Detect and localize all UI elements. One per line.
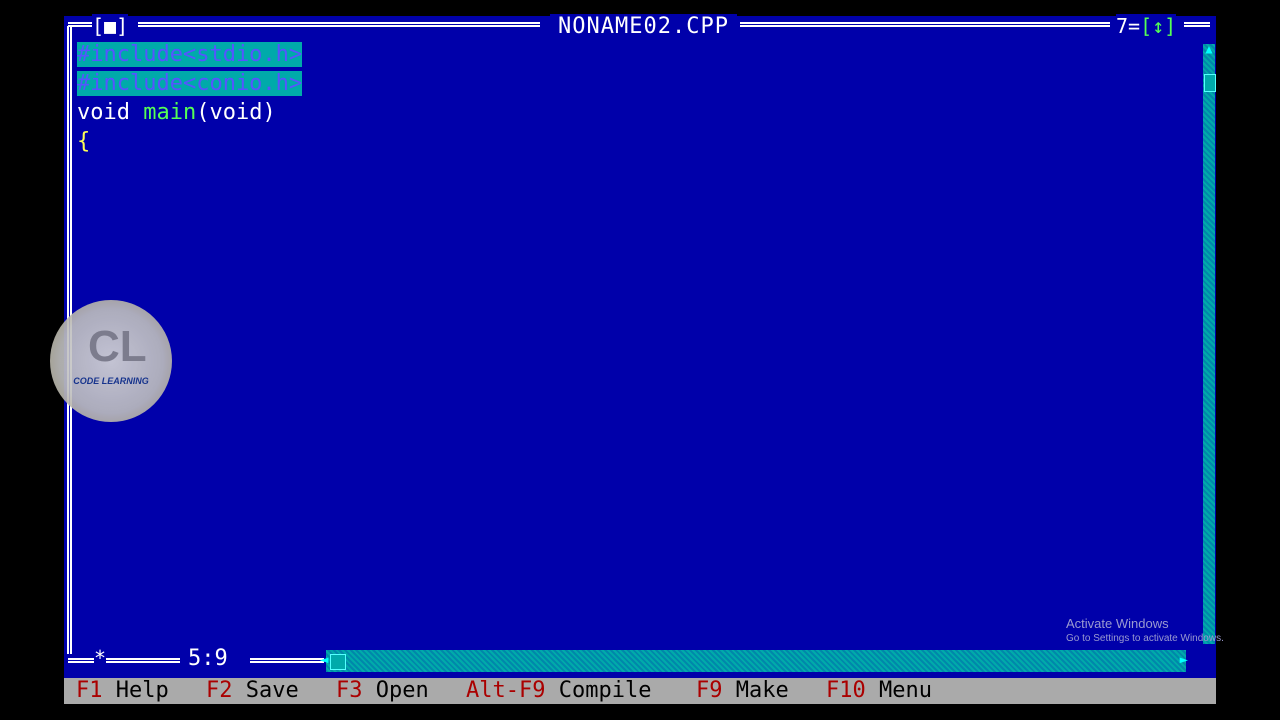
top-border-right: [1184, 22, 1210, 27]
bottom-border: * 5:9 ◄ ►: [64, 646, 1216, 672]
horizontal-scrollbar[interactable]: ◄ ►: [320, 650, 1188, 672]
code-token: (void): [196, 100, 276, 125]
hotkey-label: Save: [245, 678, 299, 703]
top-border: [740, 22, 1110, 27]
code-learning-logo: CL CODE LEARNING: [50, 300, 172, 422]
watermark-subtitle: Go to Settings to activate Windows.: [1066, 633, 1224, 644]
logo-name: CODE LEARNING: [73, 376, 149, 386]
window-number-zoom[interactable]: 7=[↕]: [1116, 14, 1177, 38]
status-item-help[interactable]: F1 Help: [76, 678, 169, 704]
zoom-button[interactable]: [↕]: [1140, 14, 1176, 38]
status-item-menu[interactable]: F10 Menu: [826, 678, 932, 704]
code-line[interactable]: #include<conio.h>: [77, 69, 303, 98]
hotkey: F2: [206, 678, 233, 703]
horizontal-scroll-thumb[interactable]: [330, 654, 346, 670]
window-number: 7: [1116, 14, 1129, 38]
hotkey: F3: [336, 678, 363, 703]
window-title: NONAME02.CPP: [550, 14, 737, 39]
code-token: void: [77, 100, 144, 125]
hotkey: F10: [826, 678, 866, 703]
hotkey-label: Open: [375, 678, 429, 703]
code-line[interactable]: void main(void): [77, 98, 302, 127]
status-item-save[interactable]: F2 Save: [206, 678, 299, 704]
vertical-scrollbar[interactable]: ▲: [1203, 42, 1216, 644]
hotkey: Alt-F9: [466, 678, 546, 703]
status-bar: F1 Help F2 Save F3 Open Alt-F9 Compile F9 Ma…: [64, 678, 1216, 704]
code-token: #include<stdio.h>: [77, 42, 303, 67]
logo-mark: CL: [88, 322, 147, 371]
code-token: main: [143, 100, 197, 125]
status-item-compile[interactable]: Alt-F9 Compile: [466, 678, 651, 704]
hotkey: F9: [696, 678, 723, 703]
hotkey-label: Menu: [879, 678, 932, 703]
code-token: {: [77, 129, 91, 154]
code-line[interactable]: #include<stdio.h>: [77, 40, 303, 69]
top-border: [138, 22, 540, 27]
editor-window[interactable]: [■] NONAME02.CPP 7=[↕] #include<stdio.h>…: [64, 14, 1216, 703]
hotkey-label: Make: [735, 678, 789, 703]
close-box-button[interactable]: [■]: [92, 14, 129, 38]
activate-windows-watermark: Activate Windows Go to Settings to activ…: [1066, 616, 1224, 644]
status-item-make[interactable]: F9 Make: [696, 678, 789, 704]
code-token: #include<conio.h>: [77, 71, 303, 96]
hotkey: F1: [76, 678, 103, 703]
hotkey-label: Compile: [558, 678, 652, 703]
bottom-border-line: [68, 658, 180, 663]
modified-indicator: *: [94, 646, 107, 670]
bottom-border-line: [250, 658, 324, 663]
code-line[interactable]: {: [77, 127, 302, 156]
scroll-right-arrow-icon[interactable]: ►: [1180, 652, 1188, 668]
code-editor-area[interactable]: #include<stdio.h> #include<conio.h> void m…: [77, 40, 303, 156]
vertical-scroll-thumb[interactable]: [1204, 74, 1216, 92]
scroll-left-arrow-icon[interactable]: ◄: [320, 652, 328, 668]
hotkey-label: Help: [115, 678, 169, 703]
watermark-title: Activate Windows: [1066, 616, 1169, 631]
scroll-up-arrow-icon[interactable]: ▲: [1203, 42, 1215, 56]
status-item-open[interactable]: F3 Open: [336, 678, 429, 704]
cursor-position: 5:9: [182, 646, 234, 671]
